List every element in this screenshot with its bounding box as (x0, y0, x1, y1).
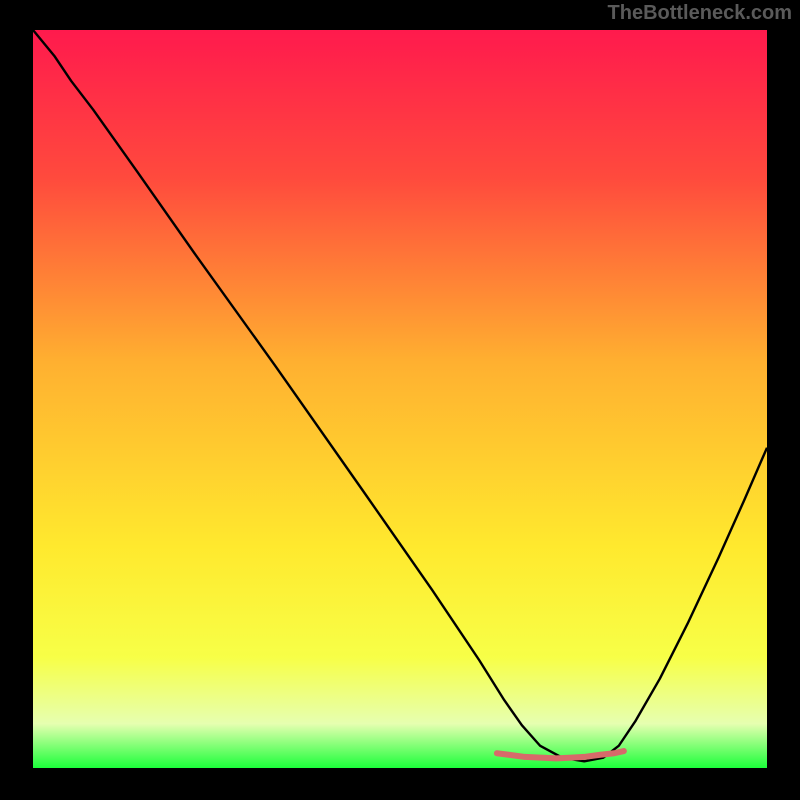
gradient-background (33, 30, 767, 768)
watermark-text: TheBottleneck.com (608, 2, 792, 25)
plot-svg (33, 30, 767, 768)
chart-container: TheBottleneck.com (0, 0, 800, 800)
plot-area (33, 30, 767, 768)
